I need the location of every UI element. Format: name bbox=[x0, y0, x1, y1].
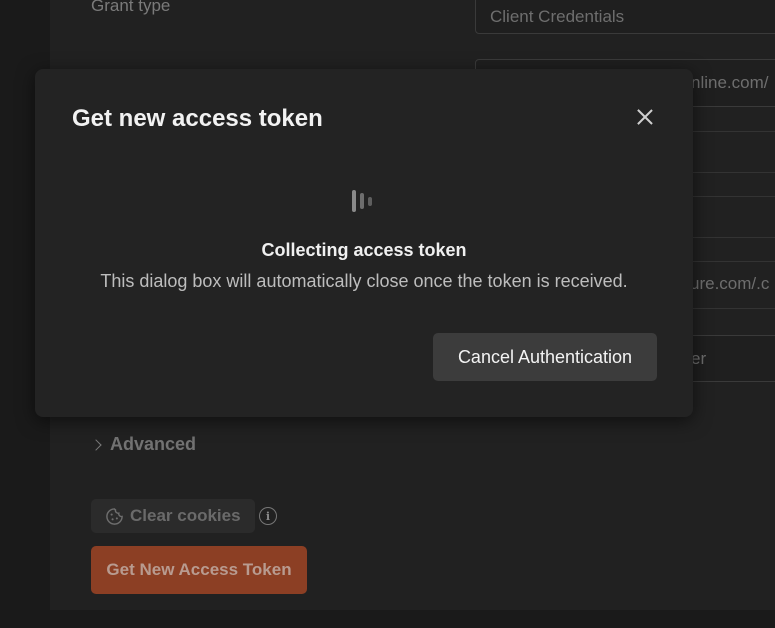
advanced-toggle[interactable]: Advanced bbox=[90, 434, 197, 455]
grant-type-value: Client Credentials bbox=[490, 7, 625, 26]
clear-cookies-button[interactable]: Clear cookies bbox=[91, 499, 255, 533]
status-title: Collecting access token bbox=[261, 240, 467, 260]
client-auth-value: er bbox=[691, 348, 707, 368]
close-icon[interactable] bbox=[633, 105, 657, 129]
info-icon[interactable]: i bbox=[259, 507, 277, 525]
status-description: This dialog box will automatically close… bbox=[100, 271, 628, 291]
access-token-url-value: nline.com/ bbox=[691, 73, 769, 92]
get-access-token-dialog: Get new access token Collecting access t… bbox=[35, 69, 693, 417]
cancel-authentication-button[interactable]: Cancel Authentication bbox=[433, 333, 657, 381]
scope-url-value: ure.com/.c bbox=[690, 274, 770, 293]
dialog-title: Get new access token bbox=[72, 105, 323, 132]
clear-cookies-label: Clear cookies bbox=[130, 506, 241, 525]
app-window: Grant type Client Credentials nline.com/… bbox=[0, 0, 775, 628]
grant-type-label: Grant type bbox=[91, 0, 171, 15]
grant-type-select[interactable]: Client Credentials bbox=[475, 0, 775, 34]
get-new-access-token-button[interactable]: Get New Access Token bbox=[91, 546, 307, 594]
advanced-label: Advanced bbox=[110, 434, 197, 454]
chevron-right-icon bbox=[90, 438, 102, 451]
status-bar bbox=[0, 610, 775, 628]
loading-icon bbox=[352, 189, 376, 213]
cookie-icon bbox=[106, 507, 123, 525]
